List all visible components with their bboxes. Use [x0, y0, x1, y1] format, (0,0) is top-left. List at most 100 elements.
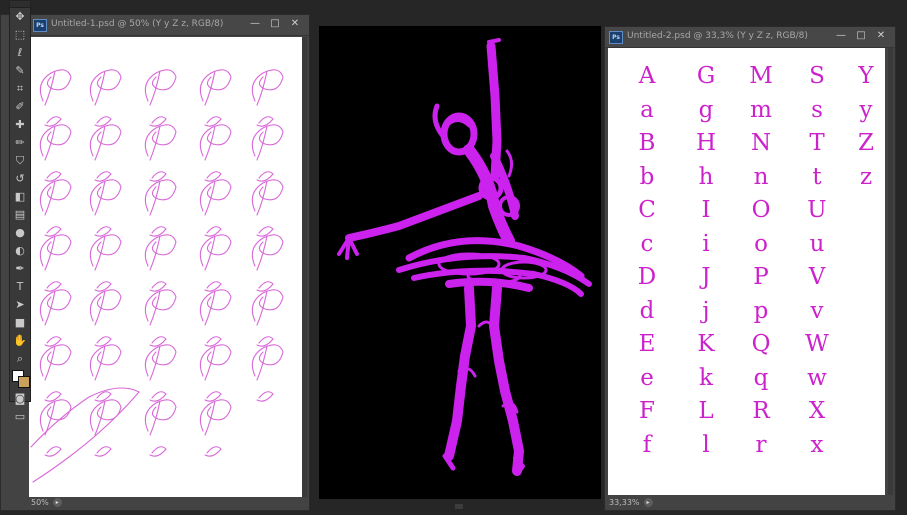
- quick-mask-icon[interactable]: ◙: [10, 390, 30, 408]
- clone-stamp-tool-icon[interactable]: ⛉: [10, 152, 30, 170]
- script-letter-swash: [251, 289, 284, 326]
- window-titlebar-left[interactable]: Ps Untitled-1.psd @ 50% (Y y Z z, RGB/8)…: [29, 15, 309, 36]
- quick-select-tool-icon[interactable]: ✎: [10, 62, 30, 80]
- minimize-icon[interactable]: —: [833, 29, 849, 43]
- document-title-right: Untitled-2.psd @ 33,3% (Y y Z z, RGB/8): [627, 31, 808, 41]
- background-color-swatch[interactable]: [18, 376, 30, 388]
- tools-panel-grip[interactable]: [10, 1, 30, 8]
- letter-glyph: a: [640, 96, 654, 123]
- letter-glyph: h: [698, 163, 714, 190]
- window-controls-right: — □ ✕: [833, 29, 889, 43]
- eyedropper-tool-icon[interactable]: ✐: [10, 98, 30, 116]
- rectangle-tool-icon[interactable]: ■: [10, 314, 30, 332]
- screen-mode-icon[interactable]: ▭: [10, 408, 30, 426]
- vertical-scrollbar-left[interactable]: [302, 37, 307, 497]
- zoom-level-right[interactable]: 33,33%: [609, 498, 640, 507]
- script-letter-swash: [39, 344, 72, 381]
- script-letters-artwork: [30, 69, 284, 483]
- script-letter-swash: [39, 179, 72, 216]
- maximize-icon[interactable]: □: [267, 17, 283, 31]
- window-titlebar-right[interactable]: Ps Untitled-2.psd @ 33,3% (Y y Z z, RGB/…: [605, 27, 895, 48]
- lasso-tool-icon[interactable]: ℓ: [10, 44, 30, 62]
- letter-glyph: s: [811, 96, 823, 123]
- letter-glyph: q: [753, 364, 769, 391]
- script-letter-swash: [144, 69, 177, 106]
- letter-glyph: R: [752, 398, 770, 424]
- close-icon[interactable]: ✕: [287, 17, 303, 31]
- letter-glyph: S: [809, 63, 825, 89]
- letter-glyph: G: [696, 63, 716, 89]
- letter-glyph: d: [639, 297, 655, 324]
- canvas-serif-letters[interactable]: AaBbCcDdEeFfGgHhIiJjKkLlMmNnOoPpQqRrSsTt…: [608, 48, 885, 495]
- script-letter-swash: [144, 124, 177, 161]
- letter-glyph: m: [750, 96, 772, 123]
- type-tool-icon[interactable]: T: [10, 278, 30, 296]
- document-title-left: Untitled-1.psd @ 50% (Y y Z z, RGB/8): [51, 19, 224, 29]
- letter-grid: AaBbCcDdEeFfGgHhIiJjKkLlMmNnOoPpQqRrSsTt…: [608, 48, 885, 495]
- document-window-right[interactable]: Ps Untitled-2.psd @ 33,3% (Y y Z z, RGB/…: [604, 26, 896, 511]
- letter-glyph: k: [699, 364, 713, 391]
- letter-glyph: y: [859, 96, 873, 123]
- move-tool-icon[interactable]: ✥: [10, 8, 30, 26]
- eraser-tool-icon[interactable]: ◧: [10, 188, 30, 206]
- status-menu-arrow-icon[interactable]: ▸: [52, 497, 62, 507]
- script-letter-swash: [144, 399, 177, 436]
- letter-glyph: Q: [751, 331, 771, 357]
- script-letter-swash: [39, 69, 72, 106]
- pen-tool-icon[interactable]: ✒: [10, 260, 30, 278]
- script-letter-swash: [89, 289, 122, 326]
- color-swatches[interactable]: [10, 368, 30, 390]
- letter-column: SsTtUuVvWwXx: [792, 60, 842, 462]
- letter-glyph: x: [810, 431, 824, 458]
- script-letter-swash: [251, 179, 284, 216]
- letter-glyph: v: [810, 297, 824, 324]
- script-letter-swash: [144, 289, 177, 326]
- letter-glyph: X: [808, 398, 826, 424]
- script-letter-swash: [89, 344, 122, 381]
- letter-glyph: g: [698, 96, 714, 123]
- letter-glyph: J: [701, 264, 711, 290]
- script-letter-swash: [144, 179, 177, 216]
- letter-glyph: f: [642, 431, 652, 458]
- vertical-scrollbar-right[interactable]: [888, 48, 893, 495]
- brush-tool-icon[interactable]: ✏: [10, 134, 30, 152]
- script-letter-swash: [89, 399, 122, 436]
- letter-glyph: Z: [858, 130, 874, 156]
- letter-glyph: z: [859, 163, 873, 190]
- status-menu-arrow-icon[interactable]: ▸: [643, 497, 653, 507]
- maximize-icon[interactable]: □: [853, 29, 869, 43]
- script-letter-swash: [39, 234, 72, 271]
- path-select-tool-icon[interactable]: ➤: [10, 296, 30, 314]
- window-controls-left: — □ ✕: [247, 17, 303, 31]
- script-letter-swash: [144, 344, 177, 381]
- letter-glyph: w: [807, 364, 827, 391]
- marquee-tool-icon[interactable]: ⬚: [10, 26, 30, 44]
- crop-tool-icon[interactable]: ⌗: [10, 80, 30, 98]
- document-window-left[interactable]: Ps Untitled-1.psd @ 50% (Y y Z z, RGB/8)…: [0, 14, 310, 511]
- zoom-tool-icon[interactable]: ⌕: [10, 350, 30, 368]
- letter-column: MmNnOoPpQqRr: [736, 60, 786, 462]
- script-letter-swash: [199, 179, 232, 216]
- resize-handle-middle[interactable]: [455, 504, 463, 509]
- script-letter-swash: [149, 446, 167, 457]
- hand-tool-icon[interactable]: ✋: [10, 332, 30, 350]
- letter-glyph: b: [639, 163, 655, 190]
- close-icon[interactable]: ✕: [873, 29, 889, 43]
- gradient-tool-icon[interactable]: ▤: [10, 206, 30, 224]
- canvas-script-letters[interactable]: [29, 37, 303, 497]
- letter-column: AaBbCcDdEeFf: [622, 60, 672, 462]
- blur-tool-icon[interactable]: ●: [10, 224, 30, 242]
- script-letter-swash: [204, 446, 222, 457]
- letter-glyph: l: [702, 431, 710, 458]
- letter-glyph: t: [812, 163, 822, 190]
- letter-glyph: o: [754, 230, 768, 257]
- zoom-level-left[interactable]: 50%: [31, 498, 49, 507]
- letter-glyph: n: [753, 163, 769, 190]
- ballerina-typography-image[interactable]: [319, 26, 601, 499]
- letter-glyph: T: [809, 130, 825, 156]
- history-brush-tool-icon[interactable]: ↺: [10, 170, 30, 188]
- script-letter-swash: [89, 179, 122, 216]
- healing-brush-tool-icon[interactable]: ✚: [10, 116, 30, 134]
- minimize-icon[interactable]: —: [247, 17, 263, 31]
- dodge-tool-icon[interactable]: ◐: [10, 242, 30, 260]
